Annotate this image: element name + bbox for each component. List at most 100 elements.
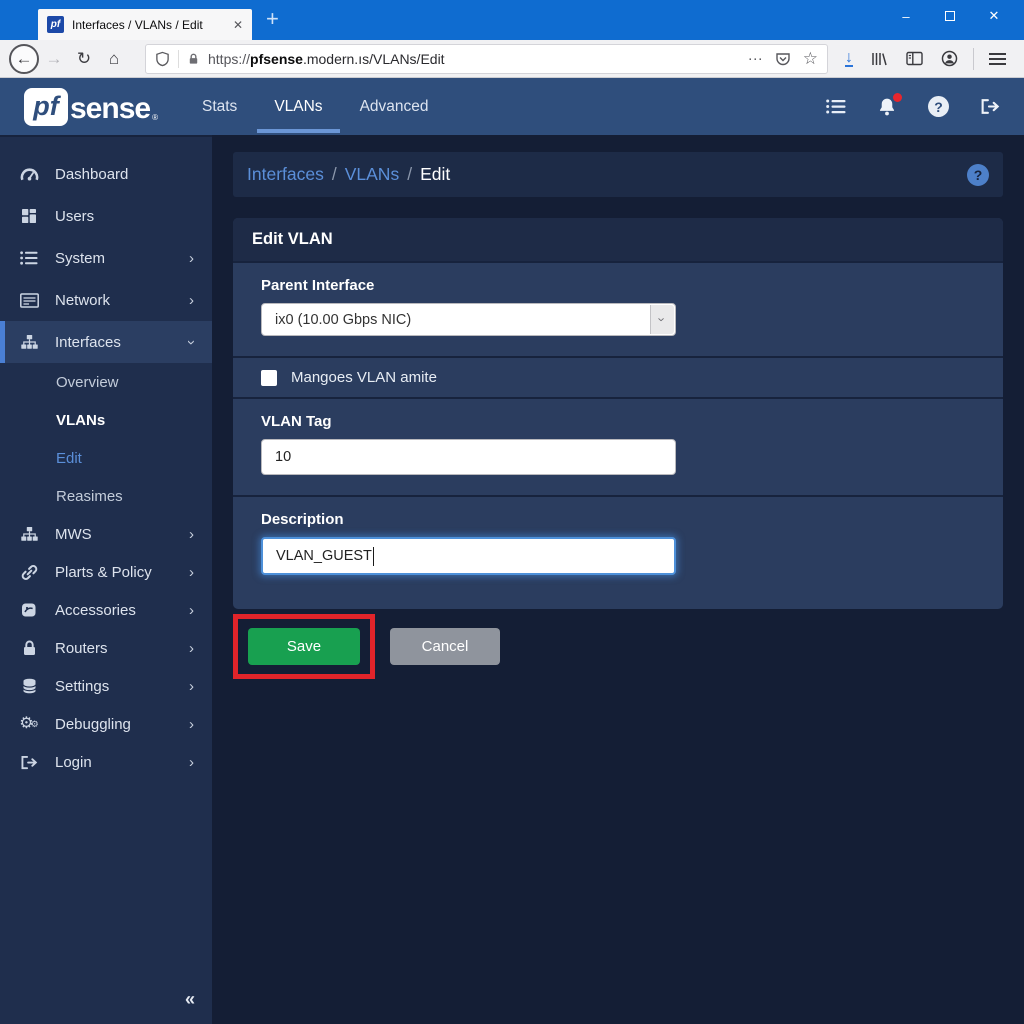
- lock-icon: [187, 52, 200, 66]
- sidebar-subitem-vlans[interactable]: VLANs: [0, 401, 212, 439]
- notification-badge: [893, 93, 902, 102]
- gears-icon: ⚙⚙: [18, 717, 40, 731]
- home-button[interactable]: ⌂: [99, 44, 129, 74]
- pfsense-logo[interactable]: pf sense ®: [24, 88, 158, 126]
- tab-close-icon[interactable]: ✕: [233, 18, 243, 32]
- sidebar-item-routers[interactable]: Routers ›: [0, 629, 212, 667]
- pfsense-logo-badge: pf: [24, 88, 68, 126]
- breadcrumb-help-icon[interactable]: ?: [967, 164, 989, 186]
- back-button[interactable]: ←: [9, 44, 39, 74]
- nav-vlans[interactable]: VLANs: [274, 98, 322, 116]
- sidebar-item-accessories[interactable]: Accessories ›: [0, 591, 212, 629]
- sidebar-item-users[interactable]: Users: [0, 195, 212, 237]
- breadcrumb-separator: /: [407, 164, 412, 185]
- sidebar-item-interfaces[interactable]: Interfaces ›: [0, 321, 212, 363]
- chevron-right-icon: ›: [189, 716, 194, 733]
- vlan-tag-input[interactable]: [261, 439, 676, 475]
- save-annotation-box: Save: [233, 614, 375, 679]
- downloads-icon[interactable]: ↓: [845, 50, 853, 67]
- description-value: VLAN_GUEST: [276, 548, 372, 564]
- main-content: Interfaces / VLANs / Edit ? Edit VLAN Pa…: [212, 135, 1024, 1024]
- sidebar-label: Users: [55, 208, 94, 225]
- close-button[interactable]: ✕: [972, 0, 1016, 32]
- back-icon: ←: [9, 44, 39, 74]
- account-icon[interactable]: [941, 50, 958, 67]
- header-help-icon[interactable]: ?: [928, 96, 949, 117]
- sidebar-item-login[interactable]: Login ›: [0, 743, 212, 781]
- notifications-bell-icon[interactable]: [877, 97, 897, 116]
- parent-interface-select[interactable]: ix0 (10.00 Gbps NIC) ›: [261, 303, 676, 336]
- sidebar-item-network[interactable]: Network ›: [0, 279, 212, 321]
- header-logout-icon[interactable]: [980, 98, 1000, 115]
- breadcrumb-separator: /: [332, 164, 337, 185]
- sidebars-icon[interactable]: [906, 51, 923, 66]
- url-bar[interactable]: https://pfsense.modern.ıs/VLANs/Edit ···…: [145, 44, 828, 74]
- sidebar-label: Accessories: [55, 602, 136, 619]
- chevron-right-icon: ›: [189, 564, 194, 581]
- sidebar-collapse-button[interactable]: «: [185, 989, 195, 1010]
- chevron-right-icon: ›: [189, 250, 194, 267]
- tracking-shield-icon[interactable]: [155, 51, 170, 67]
- parent-interface-row: Parent Interface ix0 (10.00 Gbps NIC) ›: [233, 261, 1003, 356]
- dashboard-gauge-icon: [18, 166, 40, 183]
- bookmark-star-icon[interactable]: ☆: [803, 49, 818, 69]
- sidebar-item-plarts-policy[interactable]: Plarts & Policy ›: [0, 553, 212, 591]
- pfsense-favicon-icon: pf: [47, 16, 64, 33]
- menu-icon[interactable]: [989, 50, 1006, 68]
- sidebar-subitem-overview[interactable]: Overview: [0, 363, 212, 401]
- list-menu-icon[interactable]: [826, 99, 846, 114]
- sidebar-subitem-reasimes[interactable]: Reasimes: [0, 477, 212, 515]
- sidebar-subitem-edit[interactable]: Edit: [0, 439, 212, 477]
- vlan-checkbox[interactable]: [261, 370, 277, 386]
- new-tab-button[interactable]: +: [266, 6, 279, 32]
- maximize-icon: [945, 11, 955, 21]
- parent-interface-label: Parent Interface: [261, 277, 975, 294]
- breadcrumb-link-interfaces[interactable]: Interfaces: [247, 164, 324, 185]
- url-host: pfsense: [250, 51, 303, 67]
- description-input[interactable]: VLAN_GUEST: [261, 537, 676, 575]
- vlan-tag-label: VLAN Tag: [261, 413, 975, 430]
- sidebar-label: Settings: [55, 678, 109, 695]
- main-nav: Stats VLANs Advanced: [202, 98, 429, 116]
- nav-advanced[interactable]: Advanced: [360, 98, 429, 116]
- sidebar-item-dashboard[interactable]: Dashboard: [0, 153, 212, 195]
- panel-title: Edit VLAN: [233, 218, 1003, 261]
- sidebar-label: Login: [55, 754, 92, 771]
- tab-title: Interfaces / VLANs / Edit: [72, 18, 227, 32]
- forward-button[interactable]: →: [39, 44, 69, 74]
- page-actions-icon[interactable]: ···: [748, 50, 763, 67]
- sidebar: Dashboard Users System › Network ›: [0, 135, 212, 1024]
- cancel-button[interactable]: Cancel: [390, 628, 500, 665]
- interfaces-sitemap-icon: [18, 334, 40, 350]
- reload-button[interactable]: ↻: [69, 44, 99, 74]
- chevron-right-icon: ›: [189, 526, 194, 543]
- pocket-icon[interactable]: [775, 51, 791, 67]
- library-icon[interactable]: [871, 51, 888, 67]
- maximize-button[interactable]: [928, 0, 972, 32]
- save-button[interactable]: Save: [248, 628, 360, 665]
- window-controls: – ✕: [884, 0, 1016, 32]
- network-card-icon: [18, 293, 40, 308]
- text-cursor: [373, 547, 375, 566]
- sidebar-label: Network: [55, 292, 110, 309]
- sidebar-item-system[interactable]: System ›: [0, 237, 212, 279]
- nav-stats[interactable]: Stats: [202, 98, 237, 116]
- url-text[interactable]: https://pfsense.modern.ıs/VLANs/Edit: [208, 51, 736, 67]
- sidebar-item-settings[interactable]: Settings ›: [0, 667, 212, 705]
- chevron-right-icon: ›: [189, 602, 194, 619]
- pfsense-header: pf sense ® Stats VLANs Advanced ?: [0, 78, 1024, 135]
- database-icon: [18, 678, 40, 694]
- mws-sitemap-icon: [18, 526, 40, 542]
- breadcrumb-link-vlans[interactable]: VLANs: [345, 164, 399, 185]
- sidebar-label: MWS: [55, 526, 92, 543]
- sidebar-item-mws[interactable]: MWS ›: [0, 515, 212, 553]
- chevron-right-icon: ›: [189, 640, 194, 657]
- vlan-checkbox-row: Mangoes VLAN amite: [233, 356, 1003, 397]
- chain-link-icon: [18, 564, 40, 581]
- sidebar-item-debuggling[interactable]: ⚙⚙ Debuggling ›: [0, 705, 212, 743]
- minimize-button[interactable]: –: [884, 0, 928, 32]
- urlbar-separator: [178, 50, 179, 68]
- browser-titlebar: pf Interfaces / VLANs / Edit ✕ + – ✕: [0, 0, 1024, 40]
- select-dropdown-button[interactable]: ›: [650, 305, 674, 334]
- browser-tab[interactable]: pf Interfaces / VLANs / Edit ✕: [38, 9, 252, 40]
